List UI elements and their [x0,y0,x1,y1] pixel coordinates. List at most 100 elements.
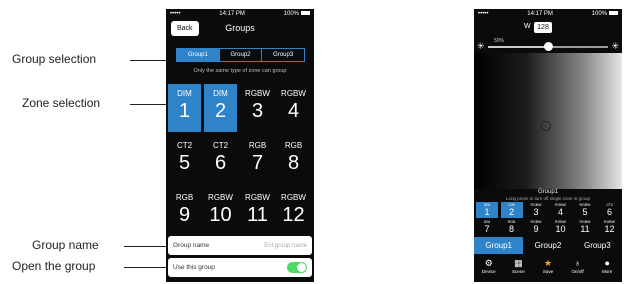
group-name-field[interactable]: Group name Ent group name [168,236,312,255]
mini-zone-6[interactable]: CT2 6 [599,202,621,218]
mini-zone-3[interactable]: RGBW 3 [525,202,547,218]
groups-screen: ••••• 14:17 PM 100% Back Groups Group1 G… [166,9,314,282]
mini-zone-11[interactable]: RGBW 11 [574,219,596,235]
annotation-open-group: Open the group [12,259,96,273]
zone-3[interactable]: RGBW 3 [241,84,274,132]
zone-number: 12 [604,224,615,234]
bottom-tab-bar: ⚙ Device ▦ Scene ★ Save ♁ On/off ● More [474,257,622,282]
carrier-signal: ••••• [478,11,489,17]
tab-scene[interactable]: ▦ Scene [504,257,534,282]
group-hint: Only the same type of zone can group [193,68,287,74]
tab-device[interactable]: ⚙ Device [474,257,504,282]
zone-number: 6 [214,152,227,174]
group-tab-3[interactable]: Group3 [262,49,304,61]
tab-onoff[interactable]: ♁ On/off [563,257,593,282]
white-value-row: W 128 [474,19,622,39]
tab-label: On/off [571,269,584,274]
zone-number: 8 [508,224,514,234]
color-picker-handle[interactable] [541,121,551,131]
zone-number: 8 [287,152,300,174]
zone-number: 7 [251,152,264,174]
zone-8[interactable]: RGB 8 [277,136,310,184]
grid-icon: ▦ [514,258,523,268]
zone-number: 2 [508,207,514,217]
group-tabs: Group1 Group2 Group3 [474,237,622,254]
zone-12[interactable]: RGBW 12 [277,188,310,236]
white-value[interactable]: 128 [534,22,552,33]
zone-type-label: CT2 [176,141,193,150]
group-tab-3[interactable]: Group3 [573,237,622,254]
zone-4[interactable]: RGBW 4 [277,84,310,132]
group-tab-2[interactable]: Group2 [220,49,263,61]
zone-type-label: RGBW [245,89,270,98]
slider-fill [488,46,548,48]
group-selector: Group1 Group2 Group3 [176,48,305,62]
dim-sun-icon: ✳ [477,41,485,51]
tab-more[interactable]: ● More [592,257,622,282]
group-tab-1[interactable]: Group1 [474,237,524,254]
zone-number: 9 [178,204,191,226]
annotation-line [130,104,168,105]
group-hint: Long press to turn off single zone in gr… [506,196,590,201]
mini-zone-5[interactable]: RGBW 5 [574,202,596,218]
mini-zone-4[interactable]: RGBW 4 [550,202,572,218]
mini-zone-1[interactable]: DIM 1 [476,202,498,218]
mini-zone-8[interactable]: RGB 8 [501,219,523,235]
mini-zone-10[interactable]: RGBW 10 [550,219,572,235]
group-tab-1[interactable]: Group1 [177,49,220,61]
annotation-group-selection: Group selection [12,52,97,66]
slider-thumb[interactable] [543,42,553,51]
zone-number: 7 [484,224,490,234]
tab-label: More [602,269,613,274]
zone-9[interactable]: RGB 9 [168,188,201,236]
bulb-icon: ♁ [574,258,581,268]
battery-indicator: 100% [284,11,310,17]
zone-number: 11 [247,204,268,226]
brightness-slider[interactable]: 50% ✳ ✳ [474,38,622,53]
zone-number: 12 [282,204,305,226]
zone-6[interactable]: CT2 6 [204,136,237,184]
battery-indicator: 100% [592,11,618,17]
group-title: Group1 [537,189,558,195]
mini-zone-2[interactable]: DIM 2 [500,202,523,218]
zone-2[interactable]: DIM 2 [204,84,237,132]
star-icon: ★ [543,258,553,268]
tab-save[interactable]: ★ Save [533,257,563,282]
zone-10[interactable]: RGBW 10 [204,188,237,236]
carrier-signal: ••••• [170,11,181,17]
status-bar: ••••• 14:17 PM 100% [166,9,314,19]
mini-zone-7[interactable]: DIM 7 [476,219,498,235]
mini-zone-12[interactable]: RGBW 12 [599,219,621,235]
mini-zone-9[interactable]: RGBW 9 [525,219,547,235]
tab-label: Scene [512,269,525,274]
zone-7[interactable]: RGB 7 [241,136,274,184]
battery-icon [301,11,310,16]
zone-number: 5 [178,152,191,174]
zone-number: 10 [209,204,232,226]
tab-label: Device [481,269,496,274]
group-control-screen: ••••• 14:17 PM 100% W 128 50% ✳ ✳ Group1… [474,9,622,282]
zone-type-label: RGB [175,193,194,202]
page-title: Groups [225,23,255,33]
zone-5[interactable]: CT2 5 [168,136,201,184]
group-name-input[interactable]: Ent group name [264,243,307,249]
annotation-line [124,246,170,247]
group-tab-2[interactable]: Group2 [523,237,572,254]
use-group-toggle[interactable] [287,262,307,273]
zone-1[interactable]: DIM 1 [168,84,201,132]
zone-type-label: DIM [213,89,228,98]
zone-type-label: RGBW [281,193,306,202]
group-name-label: Group name [173,242,210,249]
tab-label: Save [542,269,554,274]
color-temperature-panel[interactable] [474,53,622,189]
use-group-label: Use this group [173,264,215,271]
zone-number: 10 [555,224,566,234]
zone-11[interactable]: RGBW 11 [241,188,274,236]
zone-number: 1 [178,100,191,122]
zone-number: 4 [287,100,300,122]
zone-number: 4 [557,207,563,217]
zone-type-label: DIM [177,89,192,98]
annotation-zone-selection: Zone selection [22,96,101,110]
annotation-group-name: Group name [32,238,99,252]
battery-icon [609,11,618,16]
